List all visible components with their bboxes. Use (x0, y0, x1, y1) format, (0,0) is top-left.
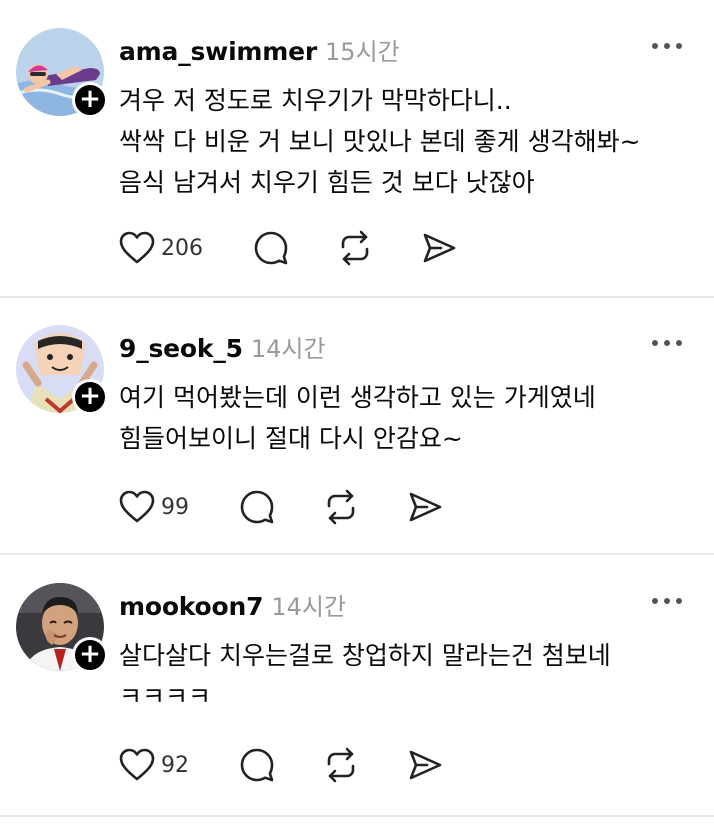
post-text-line: 겨우 저 정도로 치우기가 막막하다니.. (119, 86, 512, 115)
heart-icon (119, 231, 155, 264)
post-text: 겨우 저 정도로 치우기가 막막하다니.. 싹싹 다 비운 거 보니 맛있나 본… (119, 80, 699, 203)
plus-icon: + (79, 639, 101, 669)
like-count: 206 (161, 235, 203, 261)
username[interactable]: 9_seok_5 (119, 334, 243, 363)
post-text-line: 싹싹 다 비운 거 보니 맛있나 본데 좋게 생각해봐~ (119, 127, 641, 156)
like-button[interactable]: 99 (119, 487, 189, 527)
post-text-line: 음식 남겨서 치우기 힘든 것 보다 낫잖아 (119, 168, 535, 197)
share-button[interactable] (421, 228, 457, 268)
post: + mookoon7 14시간 살다살다 치우는걸로 창업하지 말라는건 첨보네… (0, 555, 714, 815)
repost-button[interactable] (337, 228, 373, 268)
heart-icon (119, 490, 155, 523)
post-header: mookoon7 14시간 (119, 587, 346, 623)
post-text-line: 힘들어보이니 절대 다시 안감요~ (119, 424, 463, 453)
post-header: 9_seok_5 14시간 (119, 329, 326, 365)
like-count: 99 (161, 494, 189, 520)
comment-icon (240, 490, 274, 524)
timestamp: 15시간 (325, 38, 400, 66)
repost-icon (341, 230, 369, 266)
repost-icon (327, 489, 355, 525)
post: + ama_swimmer 15시간 겨우 저 정도로 치우기가 막막하다니..… (0, 0, 714, 296)
more-icon[interactable] (650, 593, 684, 609)
like-button[interactable]: 206 (119, 228, 203, 268)
post-text: 여기 먹어봤는데 이런 생각하고 있는 가게였네 힘들어보이니 절대 다시 안감… (119, 377, 699, 459)
comment-icon (240, 748, 274, 782)
action-bar: 99 (119, 487, 479, 527)
follow-plus-button[interactable]: + (72, 637, 108, 673)
username[interactable]: ama_swimmer (119, 37, 317, 66)
post-text-line: ㅋㅋㅋㅋ (119, 682, 212, 711)
action-bar: 206 (119, 228, 479, 268)
repost-button[interactable] (323, 487, 359, 527)
plus-icon: + (79, 381, 101, 411)
comment-button[interactable] (239, 745, 275, 785)
repost-icon (327, 747, 355, 783)
share-button[interactable] (407, 487, 443, 527)
post-text-line: 살다살다 치우는걸로 창업하지 말라는건 첨보네 (119, 641, 611, 670)
share-icon (409, 492, 442, 522)
more-icon[interactable] (650, 335, 684, 351)
more-icon[interactable] (650, 38, 684, 54)
timestamp: 14시간 (271, 593, 347, 621)
repost-button[interactable] (323, 745, 359, 785)
avatar-container[interactable]: + (16, 325, 108, 415)
action-bar: 92 (119, 745, 479, 785)
username[interactable]: mookoon7 (119, 592, 264, 621)
divider (0, 815, 714, 817)
share-button[interactable] (407, 745, 443, 785)
plus-icon: + (79, 84, 101, 114)
post-text-line: 여기 먹어봤는데 이런 생각하고 있는 가게였네 (119, 383, 596, 412)
heart-icon (119, 748, 155, 781)
post-text: 살다살다 치우는걸로 창업하지 말라는건 첨보네 ㅋㅋㅋㅋ (119, 635, 699, 717)
share-icon (409, 750, 442, 780)
like-count: 92 (161, 752, 189, 778)
follow-plus-button[interactable]: + (72, 379, 108, 415)
post: + 9_seok_5 14시간 여기 먹어봤는데 이런 생각하고 있는 가게였네… (0, 297, 714, 553)
share-icon (423, 233, 456, 263)
like-button[interactable]: 92 (119, 745, 189, 785)
comment-button[interactable] (253, 228, 289, 268)
post-header: ama_swimmer 15시간 (119, 32, 400, 68)
follow-plus-button[interactable]: + (72, 82, 108, 118)
avatar-container[interactable]: + (16, 583, 108, 673)
avatar-container[interactable]: + (16, 28, 108, 118)
comment-icon (254, 231, 288, 265)
comment-button[interactable] (239, 487, 275, 527)
timestamp: 14시간 (250, 335, 326, 363)
